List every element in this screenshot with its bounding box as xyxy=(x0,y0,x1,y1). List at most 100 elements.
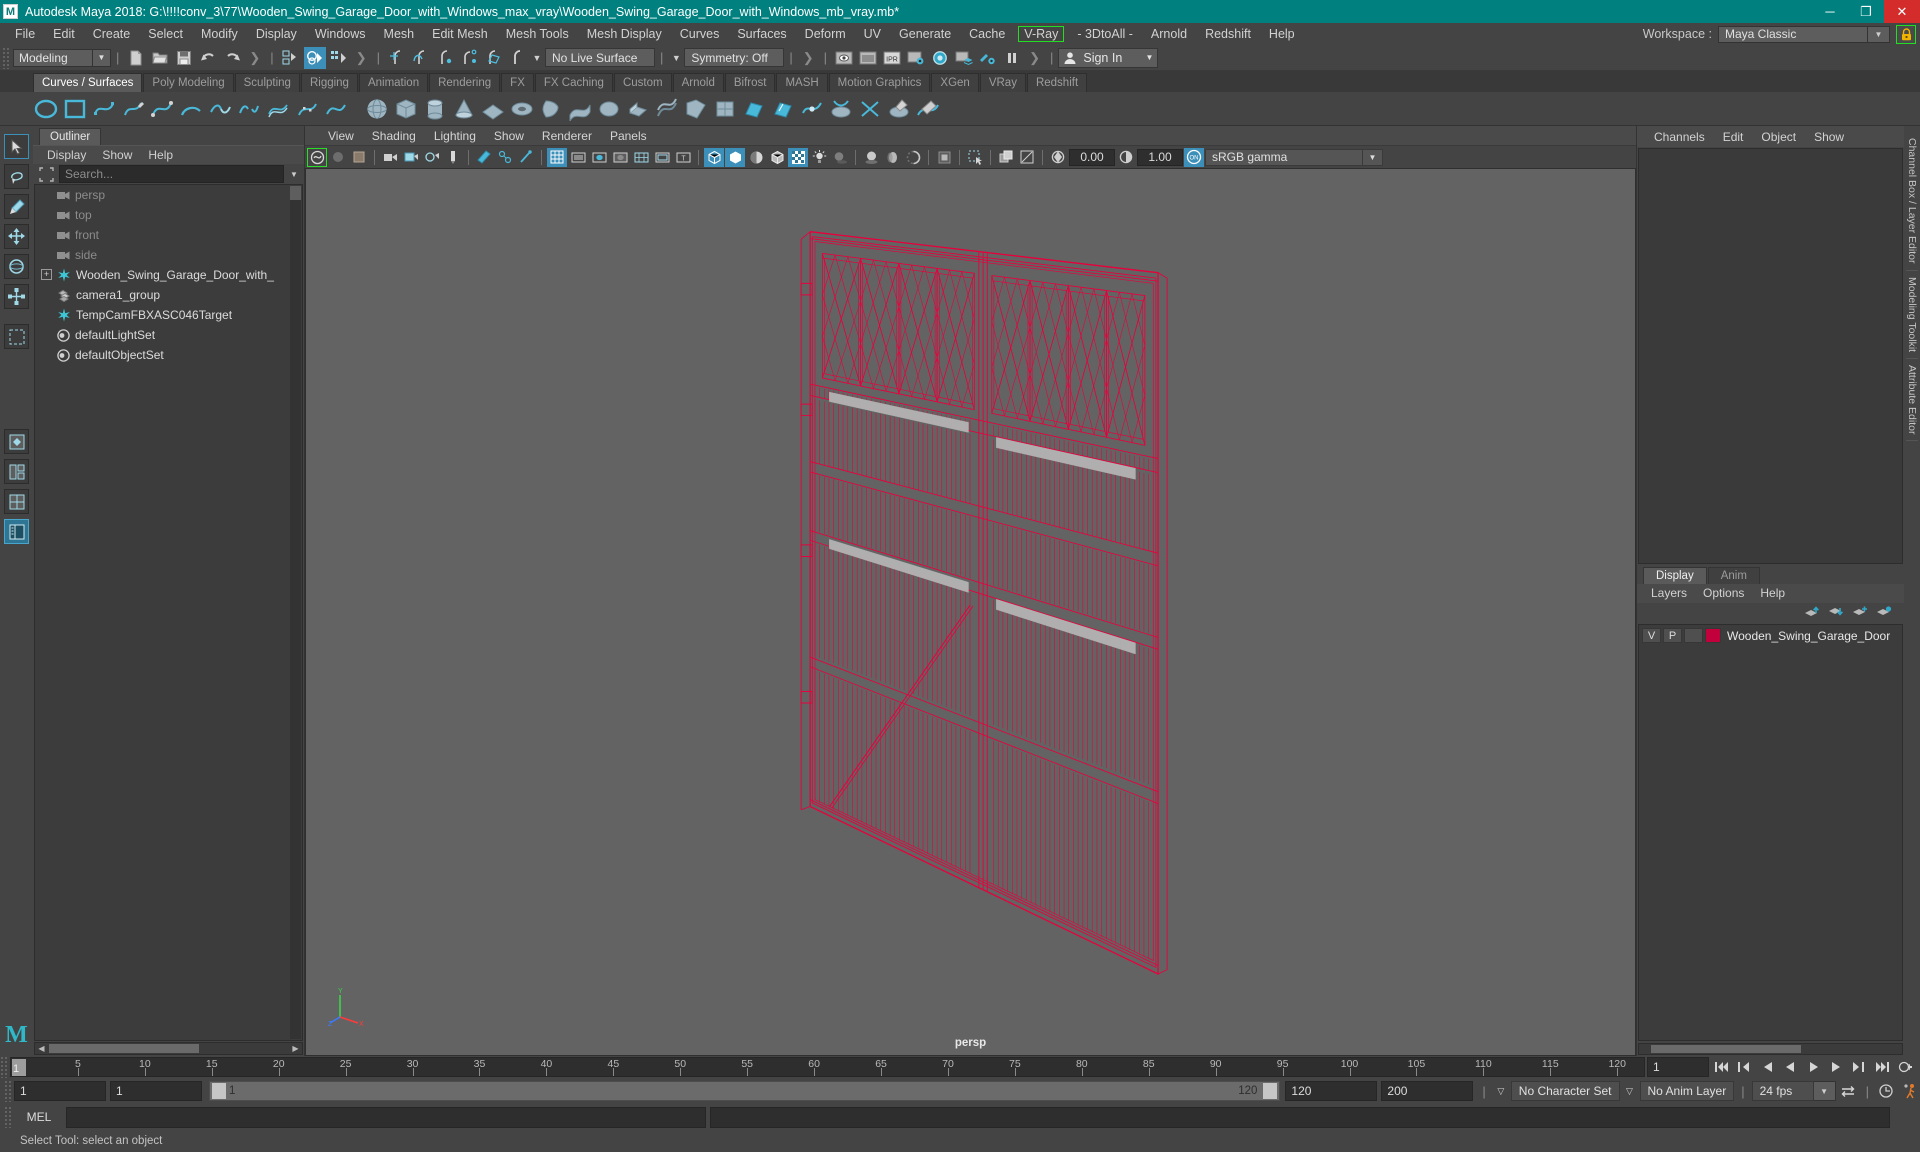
channelbox-menu-show[interactable]: Show xyxy=(1805,130,1853,144)
attach-curves-icon[interactable] xyxy=(207,96,233,122)
minimize-button[interactable]: ─ xyxy=(1812,0,1848,23)
vertical-tab-attribute-editor[interactable]: Attribute Editor xyxy=(1906,359,1918,442)
loft-icon[interactable] xyxy=(567,96,593,122)
menu-uv[interactable]: UV xyxy=(855,25,890,43)
shelf-tab-poly-modeling[interactable]: Poly Modeling xyxy=(143,73,234,92)
shelf-tab-fx-caching[interactable]: FX Caching xyxy=(534,73,613,92)
chevron-down-icon[interactable]: ▼ xyxy=(668,53,684,63)
viewport-menu-lighting[interactable]: Lighting xyxy=(425,129,485,143)
outliner-item[interactable]: persp xyxy=(35,185,302,205)
character-set-field[interactable]: No Character Set xyxy=(1510,1081,1620,1101)
hypershade-icon[interactable] xyxy=(929,47,951,69)
menu-redshift[interactable]: Redshift xyxy=(1196,25,1260,43)
menu-cache[interactable]: Cache xyxy=(960,25,1014,43)
chevron-down-icon[interactable]: ▼ xyxy=(287,170,301,179)
display-layer-row[interactable]: V P Wooden_Swing_Garage_Door xyxy=(1639,627,1902,645)
channel-box-body[interactable] xyxy=(1638,148,1903,564)
open-scene-icon[interactable] xyxy=(149,47,171,69)
move-layer-down-icon[interactable] xyxy=(1828,605,1844,621)
layout-single-perspective-button[interactable] xyxy=(4,429,29,454)
shelf-tab-mash[interactable]: MASH xyxy=(776,73,828,92)
scrollbar-thumb[interactable] xyxy=(49,1044,199,1053)
smooth-shade-all-icon[interactable] xyxy=(725,147,745,167)
menu-select[interactable]: Select xyxy=(139,25,192,43)
intersect-surfaces-icon[interactable] xyxy=(799,96,825,122)
gamma-value[interactable]: 1.00 xyxy=(1137,148,1183,166)
menuset-select[interactable]: Modeling xyxy=(13,48,93,67)
toolbar-grip[interactable] xyxy=(4,1106,12,1128)
search-input[interactable]: Search... xyxy=(59,165,284,183)
use-all-lights-icon[interactable] xyxy=(809,148,829,167)
nurbs-square-icon[interactable] xyxy=(62,96,88,122)
snap-curve-icon[interactable] xyxy=(410,47,432,69)
outliner-item[interactable]: side xyxy=(35,245,302,265)
select-tool-button[interactable] xyxy=(4,134,29,159)
undo-icon[interactable] xyxy=(197,47,219,69)
shelf-tab-vray[interactable]: VRay xyxy=(979,73,1026,92)
shelf-tab-xgen[interactable]: XGen xyxy=(931,73,979,92)
layer-tab-display[interactable]: Display xyxy=(1643,566,1707,584)
select-by-object-icon[interactable] xyxy=(303,46,326,69)
scroll-left-icon[interactable]: ◀ xyxy=(35,1044,48,1053)
snap-grid-icon[interactable] xyxy=(386,47,408,69)
chevron-down-icon[interactable]: ▼ xyxy=(529,53,545,63)
offset-curve-icon[interactable] xyxy=(265,96,291,122)
layer-type-toggle[interactable] xyxy=(1684,628,1703,643)
snap-point-icon[interactable] xyxy=(434,47,456,69)
texture-display-icon[interactable] xyxy=(788,147,808,167)
chevron-down-icon[interactable]: ▽ xyxy=(1493,1086,1509,1097)
wireframe-shading-icon[interactable] xyxy=(704,147,724,167)
shadows-icon[interactable] xyxy=(830,148,850,167)
shelf-tab-arnold[interactable]: Arnold xyxy=(672,73,724,92)
redo-icon[interactable] xyxy=(221,47,243,69)
menu-mesh-tools[interactable]: Mesh Tools xyxy=(497,25,578,43)
ipr-icon[interactable]: IPR xyxy=(881,47,903,69)
toolbar-grip[interactable] xyxy=(0,1056,8,1078)
rotate-tool-button[interactable] xyxy=(4,254,29,279)
viewport-menu-view[interactable]: View xyxy=(319,129,363,143)
perspective-viewport[interactable]: Y X Z persp xyxy=(305,168,1636,1056)
render-view-icon[interactable] xyxy=(833,47,855,69)
toolbar-grip[interactable] xyxy=(4,1080,12,1102)
animation-end-field[interactable]: 200 xyxy=(1381,1081,1474,1101)
step-forward-key-icon[interactable] xyxy=(1849,1057,1870,1078)
outliner-menu-display[interactable]: Display xyxy=(39,148,94,162)
live-surface-field[interactable]: No Live Surface xyxy=(544,48,655,67)
select-camera-icon[interactable] xyxy=(307,147,327,167)
gate-mask-icon[interactable] xyxy=(610,148,630,167)
outliner-item[interactable]: camera1_group xyxy=(35,285,302,305)
expand-icon[interactable]: + xyxy=(41,269,52,280)
extrude-icon[interactable] xyxy=(625,96,651,122)
rebuild-curve-icon[interactable] xyxy=(294,96,320,122)
display-layer-list[interactable]: V P Wooden_Swing_Garage_Door xyxy=(1638,623,1903,1041)
birail-icon[interactable] xyxy=(654,96,680,122)
two-dim-pan-zoom-icon[interactable] xyxy=(422,148,442,167)
shelf-tab-rendering[interactable]: Rendering xyxy=(429,73,501,92)
bezier-curve-icon[interactable] xyxy=(149,96,175,122)
rendering-flags-icon[interactable] xyxy=(977,47,999,69)
menu-help[interactable]: Help xyxy=(1260,25,1304,43)
layer-horizontal-scrollbar[interactable] xyxy=(1638,1043,1903,1055)
paint-effects-icon[interactable] xyxy=(474,148,494,167)
menu-mesh[interactable]: Mesh xyxy=(375,25,424,43)
boundary-icon[interactable] xyxy=(683,96,709,122)
multi-sample-aa-icon[interactable] xyxy=(903,148,923,167)
snap-projected-center-icon[interactable] xyxy=(458,47,480,69)
select-by-hierarchy-icon[interactable] xyxy=(280,47,302,69)
pause-render-icon[interactable] xyxy=(1001,47,1023,69)
menu-modify[interactable]: Modify xyxy=(192,25,247,43)
outliner-item[interactable]: top xyxy=(35,205,302,225)
ep-curve-tool-icon[interactable] xyxy=(91,96,117,122)
step-back-key-icon[interactable] xyxy=(1734,1057,1755,1078)
play-backwards-icon[interactable] xyxy=(1780,1057,1801,1078)
planar-icon[interactable] xyxy=(596,96,622,122)
image-plane-icon[interactable] xyxy=(401,148,421,167)
mel-label[interactable]: MEL xyxy=(16,1110,62,1124)
viewport-menu-panels[interactable]: Panels xyxy=(601,129,656,143)
motion-blur-icon[interactable] xyxy=(882,148,902,167)
save-scene-icon[interactable] xyxy=(173,47,195,69)
shelf-tab-redshift[interactable]: Redshift xyxy=(1026,73,1088,92)
close-button[interactable]: ✕ xyxy=(1884,0,1920,23)
playback-start-field[interactable]: 1 xyxy=(110,1081,202,1101)
shelf-tab-rigging[interactable]: Rigging xyxy=(300,73,358,92)
